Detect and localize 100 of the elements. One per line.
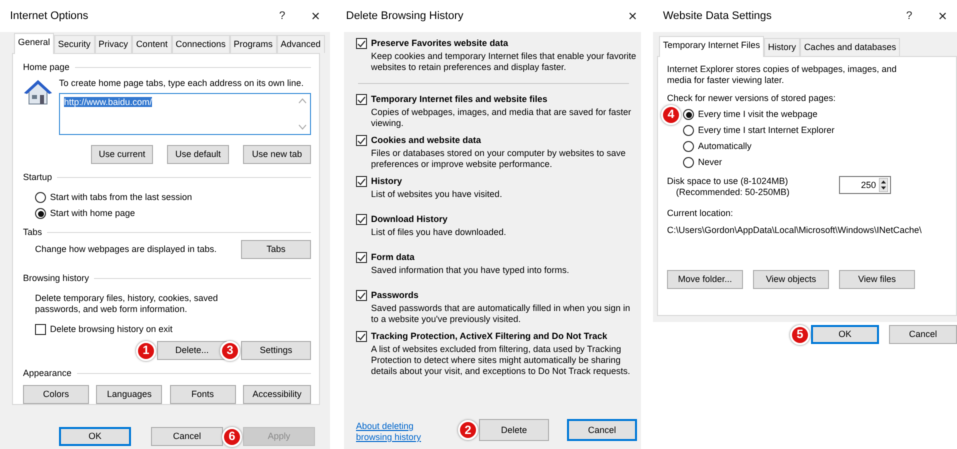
dialog-button[interactable]: Cancel (567, 419, 637, 441)
tab[interactable]: Connections (172, 35, 230, 53)
dialog-title: Delete Browsing History (346, 10, 464, 22)
tab[interactable]: Temporary Internet Files (659, 36, 764, 57)
appearance-button[interactable]: Accessibility (242, 385, 311, 404)
radio-button[interactable] (683, 109, 694, 120)
option-description: Files or databases stored on your computer by websites to save preferences or improve website performance. (370, 148, 627, 170)
checkbox[interactable] (356, 94, 367, 105)
step-badge: 4 (661, 104, 681, 124)
appearance-button[interactable]: Fonts (170, 385, 236, 404)
close-button[interactable]: × (311, 10, 320, 22)
tab[interactable]: General (14, 33, 54, 54)
dialog-button[interactable]: Cancel (889, 325, 957, 344)
checkbox[interactable] (356, 176, 367, 187)
option-title: Preserve Favorites website data (371, 38, 508, 49)
step-badge: 1 (136, 340, 156, 360)
folder-button[interactable]: Move folder... (667, 270, 743, 289)
option-title: Download History (371, 214, 448, 225)
home-page-button[interactable]: Use default (167, 145, 229, 164)
instruction-text: To create home page tabs, type each address on its own line. (59, 78, 305, 89)
help-button[interactable]: ? (279, 10, 286, 22)
group-heading: Browsing history (23, 273, 90, 284)
group-heading: Home page (23, 62, 70, 73)
option-title: History (371, 176, 402, 187)
option-title: Tracking Protection, ActiveX Filtering and Do Not Track (371, 331, 608, 342)
option-description: A list of websites excluded from filtering, data used by Tracking Protection to detect where sites might automatically be sharing details about your visit, and exceptions to Do Not Track requests. (370, 344, 632, 377)
tab[interactable]: Programs (230, 35, 277, 53)
option-description: Saved passwords that are automatically filled in when you sign in to a website you've previously visited. (370, 303, 632, 325)
recommended-text: (Recommended: 50-250MB) (675, 187, 791, 198)
checkbox[interactable] (356, 135, 367, 146)
group-heading: Appearance (23, 368, 72, 379)
dialog-title: Internet Options (10, 10, 90, 22)
checkbox[interactable] (356, 331, 367, 342)
checkbox-label: Delete browsing history on exit (50, 324, 173, 335)
radio-button[interactable] (683, 141, 694, 152)
dialog-button[interactable]: OK (811, 325, 879, 344)
appearance-button[interactable]: Colors (23, 385, 89, 404)
radio-label: Every time I start Internet Explorer (698, 125, 835, 136)
radio-button[interactable] (683, 125, 694, 136)
option-title: Passwords (371, 290, 419, 301)
folder-button[interactable]: View objects (753, 270, 829, 289)
home-page-button[interactable]: Use current (91, 145, 153, 164)
dialog-button[interactable]: Delete (479, 419, 549, 441)
dialog-title: Website Data Settings (663, 10, 773, 22)
tab[interactable]: Privacy (94, 35, 132, 53)
option-title: Temporary Internet files and website files (371, 94, 548, 105)
tab[interactable]: Advanced (276, 35, 325, 53)
radio-button[interactable] (35, 192, 46, 203)
group-heading: Startup (23, 172, 52, 183)
help-button[interactable]: ? (906, 10, 912, 22)
history-button[interactable]: Delete... (157, 341, 227, 360)
tabs-description: Change how webpages are displayed in tabs. (35, 244, 217, 255)
radio-button[interactable] (35, 208, 46, 219)
step-badge: 5 (790, 324, 810, 344)
option-title: Cookies and website data (371, 135, 482, 146)
close-button[interactable]: × (938, 10, 947, 22)
history-button[interactable]: Settings (241, 341, 311, 360)
browsing-history-description: Delete temporary files, history, cookies, saved passwords, and web form information. (34, 293, 219, 315)
radio-label: Every time I visit the webpage (698, 109, 818, 120)
option-description: Copies of webpages, images, and media that are saved for faster viewing. (370, 107, 632, 129)
tab[interactable]: Security (54, 35, 95, 53)
radio-button[interactable] (683, 157, 694, 168)
option-description: Keep cookies and temporary Internet files that enable your favorite websites to retain preferences and display faster. (370, 51, 637, 73)
help-link[interactable]: About deleting browsing history (356, 421, 451, 443)
home-page-button[interactable]: Use new tab (243, 145, 311, 164)
tab[interactable]: History (764, 38, 800, 56)
checkbox[interactable] (356, 290, 367, 301)
step-badge: 2 (458, 420, 478, 440)
radio-label: Start with home page (50, 208, 136, 219)
dialog-button[interactable]: OK (59, 427, 131, 446)
location-path: C:\Users\Gordon\AppData\Local\Microsoft\Windows\INetCache\ (667, 225, 923, 236)
address-field[interactable]: http://www.baidu.com/ (59, 93, 311, 135)
checkbox[interactable] (356, 214, 367, 225)
tab[interactable]: Caches and databases (800, 38, 900, 56)
checkbox[interactable] (356, 252, 367, 263)
group-heading: Tabs (23, 227, 42, 238)
option-title: Form data (371, 252, 415, 263)
step-badge: 6 (222, 426, 242, 446)
option-description: Saved information that you have typed into forms. (370, 265, 570, 276)
disk-space-label: Disk space to use (8-1024MB) (667, 176, 790, 187)
intro-text: Internet Explorer stores copies of webpages, images, and media for faster viewing later. (667, 64, 898, 86)
tabs-button[interactable]: Tabs (241, 240, 311, 259)
check-label: Check for newer versions of stored pages: (667, 93, 837, 104)
dialog-button[interactable]: Cancel (151, 427, 223, 446)
option-description: List of websites you have visited. (370, 189, 504, 200)
radio-label: Start with tabs from the last session (50, 192, 192, 203)
folder-button[interactable]: View files (839, 270, 915, 289)
checkbox[interactable] (356, 38, 367, 49)
close-button[interactable]: × (628, 10, 637, 22)
radio-label: Never (698, 157, 722, 168)
location-label: Current location: (667, 208, 734, 219)
step-badge: 3 (220, 340, 240, 360)
spinner-arrows-icon[interactable] (879, 178, 888, 192)
disk-space-field[interactable]: 250 (839, 176, 891, 194)
house-icon (23, 78, 53, 106)
tab[interactable]: Content (132, 35, 172, 53)
appearance-button[interactable]: Languages (96, 385, 162, 404)
option-description: List of files you have downloaded. (370, 227, 508, 238)
checkbox[interactable] (35, 324, 46, 335)
radio-label: Automatically (698, 141, 752, 152)
